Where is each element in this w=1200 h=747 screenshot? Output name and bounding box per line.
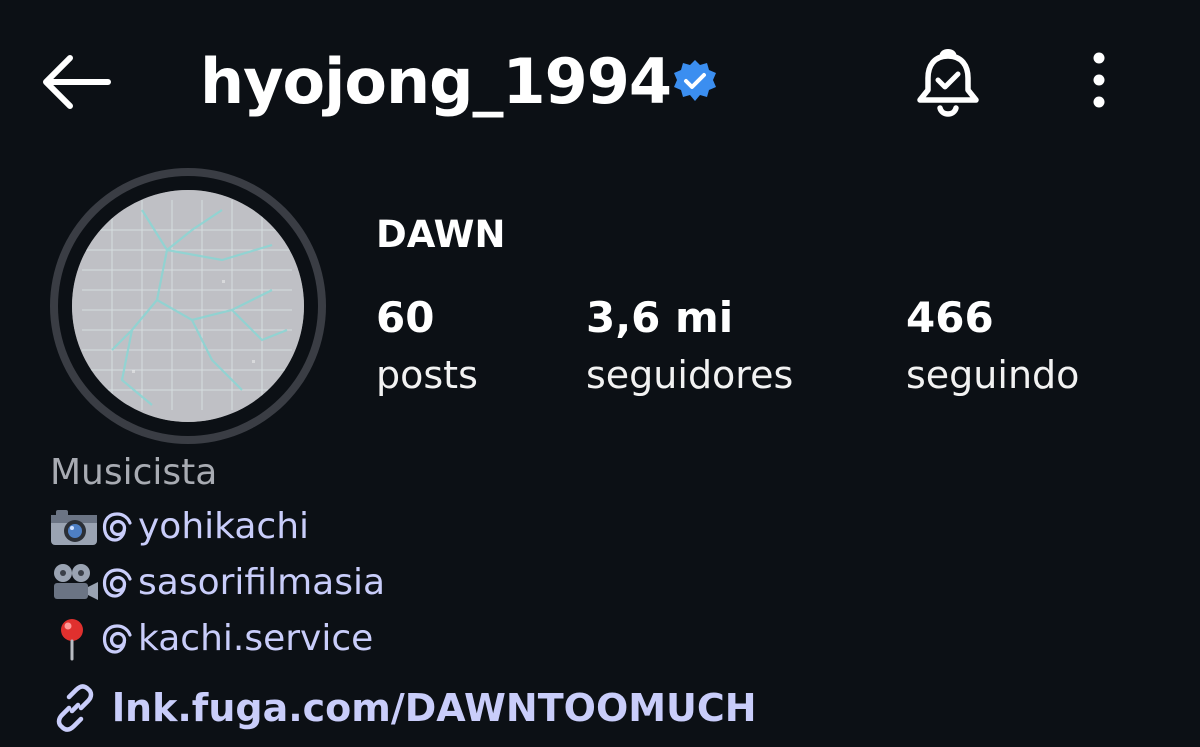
threads-icon [102,512,132,542]
profile-avatar[interactable] [72,190,304,422]
stat-value: 3,6 mi [586,293,734,342]
bio-line: yohikachi [48,500,309,554]
more-options-button[interactable] [1078,50,1120,112]
more-vertical-icon [1093,52,1105,108]
back-button[interactable] [38,52,114,112]
stat-label: seguidores [586,353,794,397]
link-icon [56,684,94,732]
link-text: lnk.fuga.com/DAWNTOOMUCH [112,686,757,730]
display-name: DAWN [376,213,506,256]
mention-text: yohikachi [138,506,310,547]
profile-username: hyojong_1994 [200,45,672,118]
top-bar: hyojong_1994 [0,0,1200,150]
film-projector-icon [48,561,100,605]
pushpin-icon [48,617,100,661]
stat-followers[interactable]: 3,6 mi seguidores [586,290,793,404]
camera-icon [48,505,100,549]
stat-following[interactable]: 466 seguindo [906,290,1079,404]
bio-line: sasorifilmasia [48,556,385,610]
stat-label: posts [376,353,478,397]
arrow-left-icon [43,55,111,109]
profile-category: Musicista [50,452,218,493]
stat-posts[interactable]: 60 posts [376,290,478,404]
threads-mention-link[interactable]: kachi.service [100,612,373,666]
mention-text: sasorifilmasia [138,562,386,603]
stat-value: 466 [906,293,994,342]
stat-value: 60 [376,293,435,342]
threads-icon [102,568,132,598]
mention-text: kachi.service [138,618,374,659]
stat-label: seguindo [906,353,1080,397]
verified-badge-icon [672,58,718,104]
profile-external-link[interactable]: lnk.fuga.com/DAWNTOOMUCH [50,678,757,738]
threads-icon [102,624,132,654]
notification-bell-icon [917,49,979,117]
threads-mention-link[interactable]: yohikachi [100,500,309,554]
bio-line: kachi.service [48,612,373,666]
threads-mention-link[interactable]: sasorifilmasia [100,556,385,610]
notification-bell-button[interactable] [912,46,984,120]
